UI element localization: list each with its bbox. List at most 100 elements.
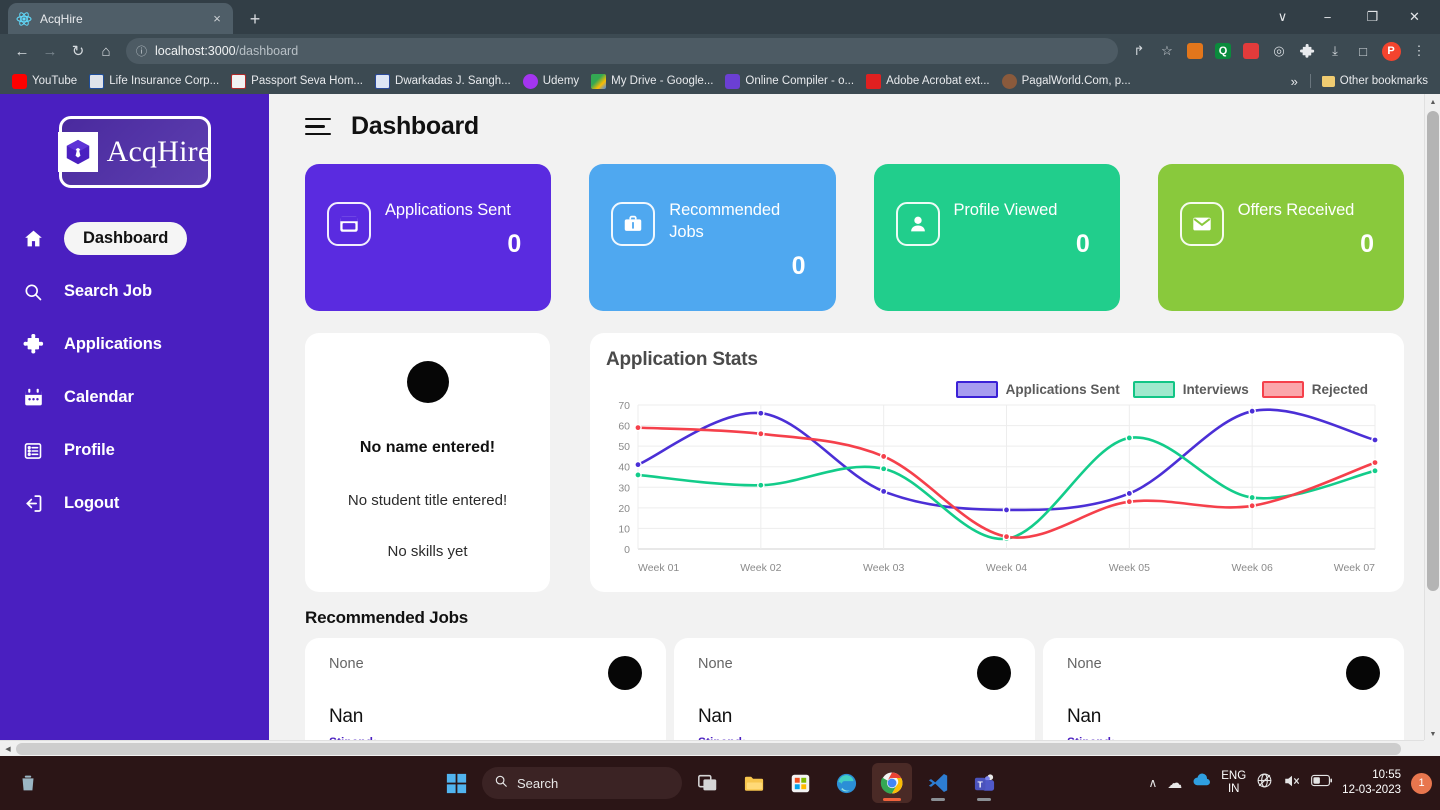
metamask-extension-icon[interactable]: [1182, 38, 1208, 64]
other-bookmarks-folder[interactable]: Other bookmarks: [1316, 70, 1434, 92]
bookmark-lic[interactable]: Life Insurance Corp...: [83, 70, 225, 92]
share-icon[interactable]: ↱: [1126, 38, 1152, 64]
bookmark-online-compiler[interactable]: Online Compiler - o...: [719, 70, 860, 92]
horizontal-scrollbar[interactable]: ◀ ▶: [0, 740, 1440, 756]
bookmark-star-icon[interactable]: ☆: [1154, 38, 1180, 64]
calendar-icon: [327, 202, 371, 246]
taskbar-tray: ∧ ☁ ENG IN 10:55 12-03-2023 1: [1148, 768, 1432, 798]
microsoft-edge-icon[interactable]: [826, 763, 866, 803]
sidebar-item-dashboard[interactable]: Dashboard: [0, 212, 269, 265]
bookmark-youtube[interactable]: YouTube: [6, 70, 83, 92]
site-info-icon[interactable]: ⓘ: [136, 43, 147, 59]
app-logo[interactable]: AcqHire: [57, 116, 211, 188]
scrollbar-track[interactable]: [16, 741, 1424, 757]
sidebar-item-applications[interactable]: Applications: [0, 318, 269, 371]
svg-text:30: 30: [618, 482, 630, 494]
bookmark-udemy[interactable]: Udemy: [517, 70, 585, 92]
calendar-icon: [22, 387, 44, 409]
google-chrome-icon[interactable]: [872, 763, 912, 803]
extension-red-icon[interactable]: [1238, 38, 1264, 64]
bookmark-label: PagalWorld.Com, p...: [1021, 75, 1131, 87]
downloads-icon[interactable]: ⤓: [1322, 38, 1348, 64]
stat-card-offers-received[interactable]: Offers Received 0: [1157, 164, 1404, 311]
job-title: Nan: [698, 706, 732, 727]
bookmark-google-drive[interactable]: My Drive - Google...: [585, 70, 719, 92]
bookmark-pagalworld[interactable]: PagalWorld.Com, p...: [996, 70, 1137, 92]
divider: [1309, 74, 1311, 88]
chrome-menu-icon[interactable]: ⋮: [1406, 38, 1432, 64]
tab-search-chevron-icon[interactable]: ∨: [1260, 0, 1305, 34]
target-extension-icon[interactable]: ◎: [1266, 38, 1292, 64]
svg-text:Week 06: Week 06: [1232, 562, 1273, 574]
minimize-icon[interactable]: −: [1305, 0, 1350, 34]
mid-row: No name entered! No student title entere…: [305, 333, 1404, 592]
scrollbar-thumb[interactable]: [1427, 111, 1439, 591]
onedrive-icon[interactable]: [1192, 773, 1211, 793]
stat-card-applications-sent[interactable]: Applications Sent 0: [305, 164, 552, 311]
sidepanel-icon[interactable]: □: [1350, 38, 1376, 64]
sidebar-item-logout[interactable]: Logout: [0, 477, 269, 530]
url-host: localhost:3000: [155, 44, 236, 58]
microsoft-teams-icon[interactable]: T: [964, 763, 1004, 803]
clock[interactable]: 10:55 12-03-2023: [1342, 768, 1401, 798]
sidebar-item-profile[interactable]: Profile: [0, 424, 269, 477]
job-company: None: [1067, 656, 1102, 672]
person-icon: [895, 202, 940, 246]
close-icon[interactable]: ×: [209, 11, 225, 27]
windows-taskbar: Search T ∧ ☁ ENG IN 10:55 12-03-2023 1: [0, 756, 1440, 810]
legend-item-rejected[interactable]: Rejected: [1261, 381, 1368, 398]
address-bar[interactable]: ⓘ localhost:3000/dashboard: [126, 38, 1118, 64]
taskbar-search-box[interactable]: Search: [482, 767, 682, 799]
scrollbar-thumb[interactable]: [16, 742, 1401, 755]
back-icon[interactable]: ←: [8, 37, 36, 65]
close-window-icon[interactable]: ✕: [1395, 0, 1440, 34]
stat-card-profile-viewed[interactable]: Profile Viewed 0: [873, 164, 1120, 311]
microsoft-store-icon[interactable]: [780, 763, 820, 803]
vertical-scrollbar[interactable]: ▲ ▼: [1424, 94, 1440, 742]
sidebar-item-label: Calendar: [64, 388, 134, 406]
hamburger-icon[interactable]: [305, 117, 331, 137]
forward-icon[interactable]: →: [36, 37, 64, 65]
stat-value: 0: [1075, 229, 1090, 258]
bookmark-passport-seva[interactable]: Passport Seva Hom...: [225, 70, 369, 92]
battery-icon[interactable]: [1311, 774, 1333, 792]
notification-badge[interactable]: 1: [1411, 772, 1432, 794]
legend-swatch: [1132, 381, 1175, 398]
job-card[interactable]: None Nan Stipend: lorem ipsum Remote Loc…: [1043, 638, 1404, 756]
job-card[interactable]: None Nan Stipend: lorem ipsum Remote Loc…: [305, 638, 666, 756]
bookmarks-overflow-icon[interactable]: »: [1284, 74, 1305, 89]
google-drive-icon: [591, 73, 607, 89]
reload-icon[interactable]: ↻: [64, 37, 92, 65]
legend-item-applications-sent[interactable]: Applications Sent: [955, 381, 1120, 398]
sidebar-item-search-job[interactable]: Search Job: [0, 265, 269, 318]
extensions-puzzle-icon[interactable]: [1294, 38, 1320, 64]
maximize-icon[interactable]: ❐: [1350, 0, 1395, 34]
profile-avatar[interactable]: P: [1378, 38, 1404, 64]
bookmark-adobe-acrobat[interactable]: Adobe Acrobat ext...: [860, 70, 996, 92]
volume-muted-icon[interactable]: [1283, 773, 1301, 794]
scroll-left-icon[interactable]: ◀: [0, 741, 16, 757]
sidebar-nav: Dashboard Search Job Applications Calend…: [0, 212, 269, 530]
language-indicator[interactable]: ENG IN: [1221, 770, 1246, 796]
home-icon[interactable]: ⌂: [92, 37, 120, 65]
windows-start-icon[interactable]: [436, 763, 476, 803]
tray-expand-icon[interactable]: ∧: [1148, 776, 1157, 790]
sidebar-item-label: Profile: [64, 441, 115, 459]
profile-title: No student title entered!: [347, 492, 508, 509]
task-view-icon[interactable]: [688, 763, 728, 803]
job-card[interactable]: None Nan Stipend: lorem ipsum Remote Loc…: [674, 638, 1035, 756]
cloud-icon[interactable]: ☁: [1167, 774, 1182, 792]
new-tab-button[interactable]: +: [243, 7, 267, 31]
quizlet-extension-icon[interactable]: Q: [1210, 38, 1236, 64]
cube-tie-icon: [57, 132, 98, 172]
stat-card-recommended-jobs[interactable]: Recommended Jobs 0: [589, 164, 836, 311]
globe-no-internet-icon[interactable]: [1256, 772, 1273, 794]
recycle-bin-icon[interactable]: [8, 763, 48, 803]
legend-item-interviews[interactable]: Interviews: [1132, 381, 1249, 398]
file-explorer-icon[interactable]: [734, 763, 774, 803]
scroll-up-icon[interactable]: ▲: [1425, 94, 1440, 110]
sidebar-item-calendar[interactable]: Calendar: [0, 371, 269, 424]
browser-tab-acqhire[interactable]: AcqHire ×: [8, 3, 233, 34]
bookmark-djsce[interactable]: Dwarkadas J. Sangh...: [369, 70, 517, 92]
vs-code-icon[interactable]: [918, 763, 958, 803]
